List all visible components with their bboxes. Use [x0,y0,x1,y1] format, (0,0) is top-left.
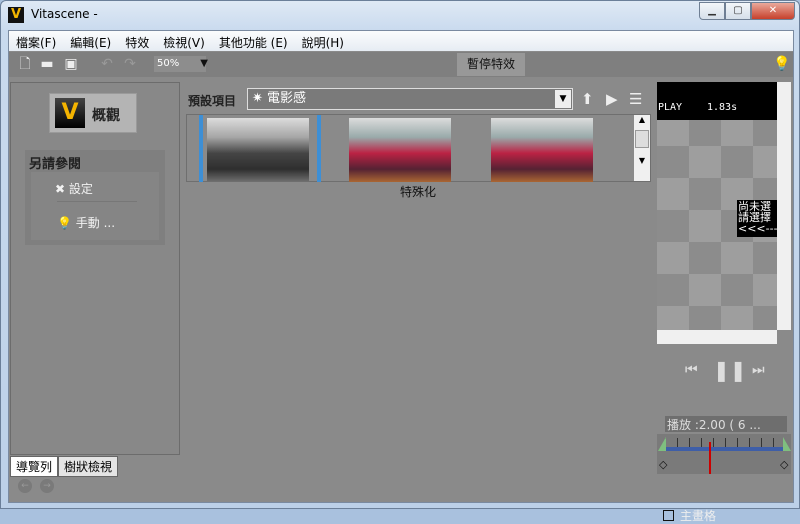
open-folder-icon[interactable]: ▬ [39,56,55,72]
app-logo-icon: V [8,7,24,23]
preset-value: 電影感 [267,91,307,106]
preview-message: 尚未選 請選擇 <<<--- [737,200,777,237]
app-window: V Vitascene - ▁ ▢ ✕ 檔案(F) 編輯(E) 特效 檢視(V)… [0,0,800,523]
start-marker-icon[interactable] [658,437,666,451]
menu-edit[interactable]: 編輯(E) [63,31,118,51]
vertical-scrollbar[interactable] [777,82,791,330]
see-also-section: 另請參閱 ✖ 設定 💡 手動 ... [25,150,165,245]
title-bar: V Vitascene - ▁ ▢ ✕ [1,1,800,29]
settings-link[interactable]: ✖ 設定 [55,180,93,197]
lightbulb-icon: 💡 [57,216,72,230]
manual-label: 手動 ... [75,216,116,230]
minimize-button[interactable]: ▁ [699,2,725,20]
play-status: PLAY [658,102,683,113]
presets-panel: 預設項目 ✷ 電影感 ▼ ⬆ ▶ ☰ ▲ ▼ 特殊化 [185,82,655,502]
redo-icon[interactable]: ↷ [122,56,138,72]
close-button[interactable]: ✕ [751,2,795,20]
forward-icon[interactable]: → [40,479,54,493]
toolbar: 🗋 ▬ ▣ ↶ ↷ 50% ▼ 暫停特效 💡 [9,52,793,77]
grid-label: 主畫格 [680,509,717,523]
divider [57,201,137,202]
preset-thumbnail[interactable] [207,118,309,182]
keyframe-icon[interactable]: ◇ [780,458,788,471]
tab-tree-view[interactable]: 樹狀檢視 [58,456,119,477]
play-icon[interactable]: ▶ [606,90,618,108]
keyframe-grid-checkbox[interactable]: 主畫格 [663,507,716,524]
playhead[interactable] [709,442,711,474]
pause-effect-button[interactable]: 暫停特效 [457,53,525,76]
skip-back-icon[interactable]: ⏮ [685,362,698,378]
tab-navigation[interactable]: 導覽列 [10,456,59,477]
preview-panel: PLAY 1.83s 尚未選 請選擇 <<<--- ⏮ ❚❚ ⏭ 播放 :2.00 (… [657,82,793,523]
menu-view[interactable]: 檢視(V) [156,31,212,51]
save-icon[interactable]: ▣ [63,56,79,72]
tools-icon: ✖ [55,182,66,196]
preset-label: 預設項目 [188,94,237,108]
window-title: Vitascene - [31,7,98,21]
preview-canvas: PLAY 1.83s 尚未選 請選擇 <<<--- [657,82,777,330]
menu-bar: 檔案(F) 編輯(E) 特效 檢視(V) 其他功能 (E) 說明(H) [9,31,793,51]
settings-label: 設定 [68,182,93,196]
keyframe-icon[interactable]: ◇ [659,458,667,471]
message-line: <<<--- [738,222,777,235]
lightbulb-icon[interactable]: 💡 [773,56,790,72]
vitascene-logo-icon: V [55,98,85,128]
pause-icon[interactable]: ❚❚ [713,358,747,382]
thumbnail-caption: 特殊化 [400,185,437,199]
navigation-panel: V 概觀 另請參閱 ✖ 設定 💡 手動 ... [10,82,180,455]
end-marker-icon[interactable] [783,437,791,451]
checkbox-icon [663,510,674,521]
overview-label: 概觀 [92,108,120,124]
menu-help[interactable]: 說明(H) [295,31,351,51]
see-also-heading: 另請參閱 [29,157,82,172]
star-icon: ✷ [252,91,263,106]
menu-file[interactable]: 檔案(F) [9,31,63,51]
client-area: 檔案(F) 編輯(E) 特效 檢視(V) 其他功能 (E) 說明(H) 🗋 ▬ … [8,30,794,523]
zoom-select[interactable]: 50% ▼ [154,56,208,72]
preset-thumbnails: ▲ ▼ [186,114,651,182]
manual-link[interactable]: 💡 手動 ... [57,214,115,231]
chevron-down-icon: ▼ [555,90,571,108]
maximize-button[interactable]: ▢ [725,2,751,20]
play-time: 1.83s [707,102,738,113]
new-file-icon[interactable]: 🗋 [17,56,33,72]
back-icon[interactable]: ← [18,479,32,493]
list-view-icon[interactable]: ☰ [629,90,642,108]
undo-icon[interactable]: ↶ [99,56,115,72]
preset-thumbnail[interactable] [349,118,451,182]
vertical-scrollbar[interactable]: ▲ ▼ [634,115,650,181]
chevron-down-icon: ▼ [200,58,208,69]
preset-thumbnail[interactable] [491,118,593,182]
playback-label: 播放 :2.00 ( 6 ... [665,416,787,432]
zoom-value: 50% [157,58,180,69]
timeline[interactable]: ◇ ◇ [657,434,791,474]
menu-other[interactable]: 其他功能 (E) [212,31,295,51]
preset-dropdown[interactable]: ✷ 電影感 ▼ [247,88,573,110]
menu-effects[interactable]: 特效 [118,31,156,51]
arrow-up-icon[interactable]: ⬆ [581,90,594,108]
timeline-track [661,447,787,451]
overview-button[interactable]: V 概觀 [49,93,137,133]
skip-forward-icon[interactable]: ⏭ [752,362,765,378]
horizontal-scrollbar[interactable] [657,330,777,344]
